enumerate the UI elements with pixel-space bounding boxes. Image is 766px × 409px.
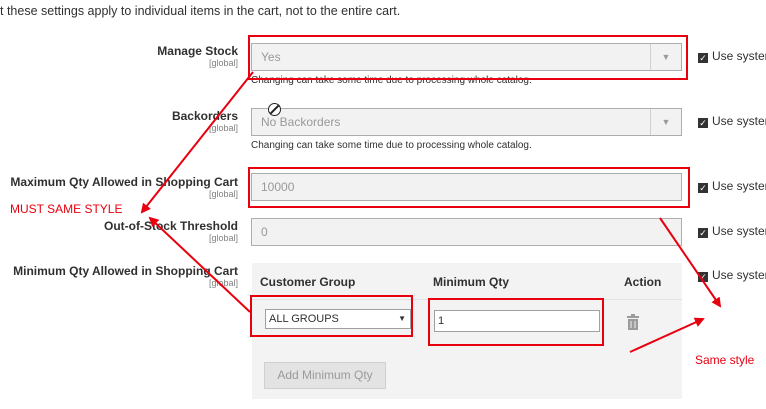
caret-down-icon: ▼ xyxy=(398,314,406,323)
min-qty-label: Minimum Qty Allowed in Shopping Cart [gl… xyxy=(0,264,238,289)
column-header-minimum-qty: Minimum Qty xyxy=(433,275,510,289)
checkbox-checked-icon: ✓ xyxy=(698,53,708,63)
manage-stock-use-system[interactable]: ✓ Use syster xyxy=(698,49,766,63)
annotation-same-style: Same style xyxy=(695,353,755,367)
scope-tag: [global] xyxy=(208,278,238,288)
checkbox-checked-icon: ✓ xyxy=(698,183,708,193)
manage-stock-select[interactable]: Yes ▼ xyxy=(251,43,682,71)
manage-stock-label: Manage Stock [global] xyxy=(0,44,238,69)
out-of-stock-label: Out-of-Stock Threshold [global] xyxy=(0,219,238,244)
scope-tag: [global] xyxy=(208,58,238,68)
out-of-stock-input[interactable]: 0 xyxy=(251,218,682,246)
scope-tag: [global] xyxy=(208,233,238,243)
min-qty-use-system[interactable]: ✓ Use syster xyxy=(698,268,766,282)
scope-tag: [global] xyxy=(208,189,238,199)
max-qty-input[interactable]: 10000 xyxy=(251,173,682,201)
trash-icon[interactable] xyxy=(627,314,639,330)
checkbox-checked-icon: ✓ xyxy=(698,228,708,238)
backorders-select[interactable]: No Backorders ▼ xyxy=(251,108,682,136)
scope-tag: [global] xyxy=(208,123,238,133)
manage-stock-hint: Changing can take some time due to proce… xyxy=(251,75,532,86)
backorders-use-system[interactable]: ✓ Use syster xyxy=(698,114,766,128)
backorders-label: Backorders [global] xyxy=(0,109,238,134)
column-header-customer-group: Customer Group xyxy=(260,275,356,289)
out-of-stock-use-system[interactable]: ✓ Use syster xyxy=(698,224,766,238)
scope-note: t these settings apply to individual ite… xyxy=(0,4,401,18)
checkbox-checked-icon: ✓ xyxy=(698,272,708,282)
max-qty-use-system[interactable]: ✓ Use syster xyxy=(698,179,766,193)
minimum-qty-input[interactable]: 1 xyxy=(434,310,600,332)
not-allowed-cursor-icon xyxy=(268,103,281,116)
annotation-must-same-style: MUST SAME STYLE xyxy=(10,202,123,216)
checkbox-checked-icon: ✓ xyxy=(698,118,708,128)
chevron-down-icon: ▼ xyxy=(650,109,681,135)
backorders-hint: Changing can take some time due to proce… xyxy=(251,140,532,151)
add-minimum-qty-button[interactable]: Add Minimum Qty xyxy=(264,362,386,389)
column-header-action: Action xyxy=(624,275,662,289)
chevron-down-icon: ▼ xyxy=(650,44,681,70)
max-qty-label: Maximum Qty Allowed in Shopping Cart [gl… xyxy=(0,175,238,200)
grid-divider xyxy=(252,299,682,300)
customer-group-select[interactable]: ALL GROUPS ▼ xyxy=(265,309,411,329)
